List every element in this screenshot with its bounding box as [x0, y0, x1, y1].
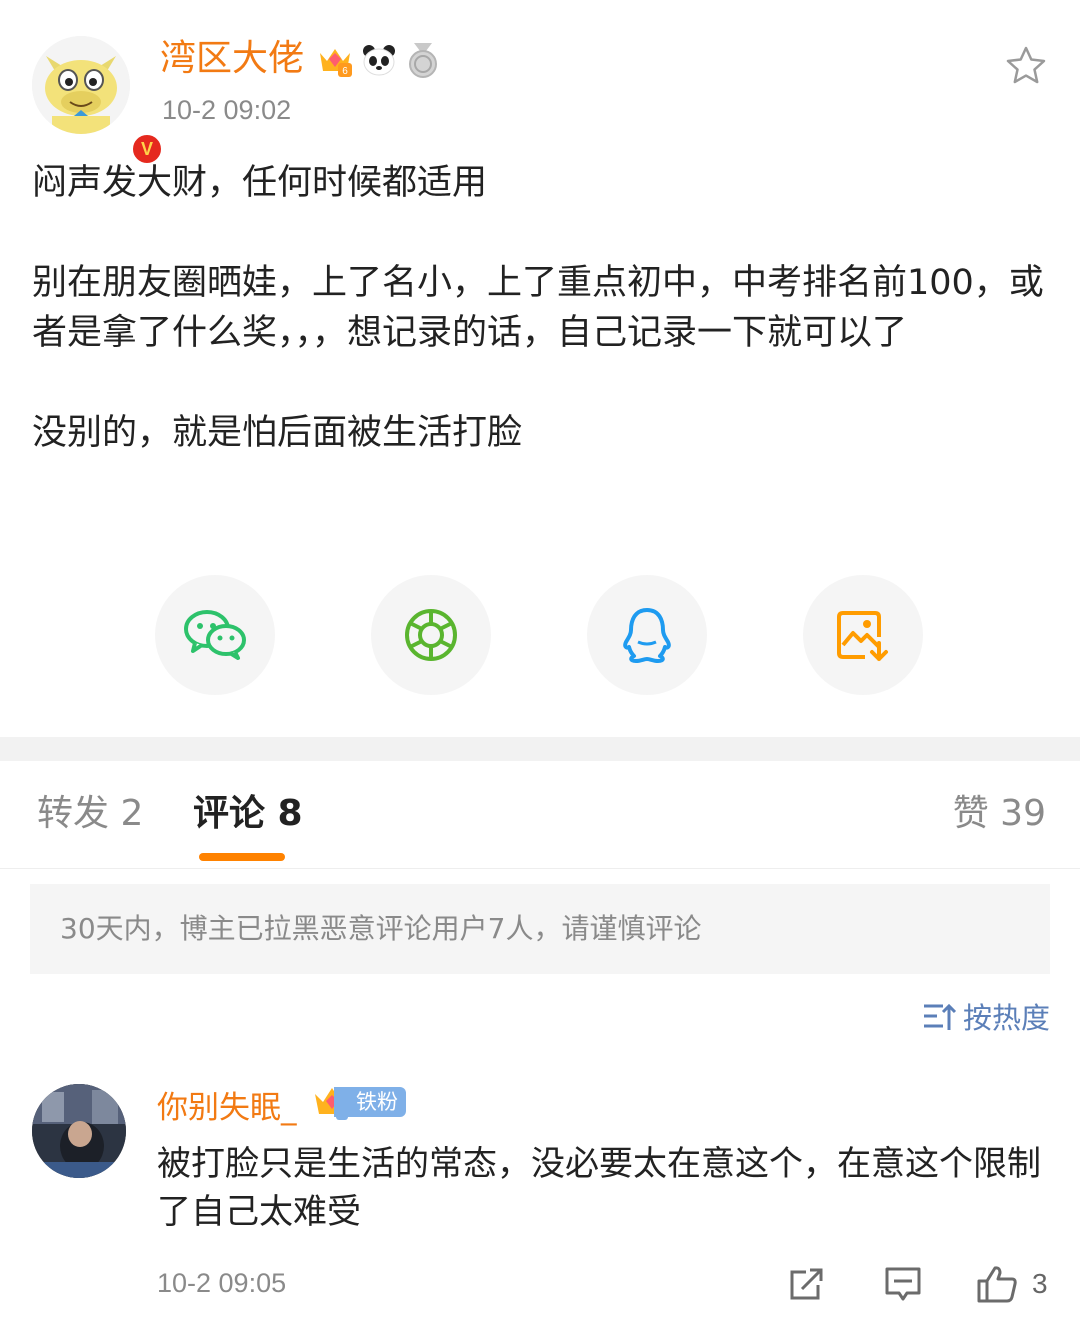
thumbs-up-icon [977, 1266, 1017, 1303]
medal-icon[interactable] [404, 41, 442, 79]
moments-icon [405, 609, 457, 661]
tab-repost[interactable]: 转发 2 [37, 789, 143, 839]
svg-text:6: 6 [342, 66, 348, 77]
post-paragraph: 没别的，就是怕后面被生活打脸 [32, 413, 523, 453]
active-tab-indicator [199, 853, 285, 861]
commenter-name[interactable]: 你别失眠_ [157, 1086, 297, 1130]
save-image-button[interactable] [803, 575, 923, 695]
favorite-star-icon[interactable] [1004, 44, 1048, 88]
share-wechat-button[interactable] [155, 575, 275, 695]
sort-label: 按热度 [962, 1001, 1050, 1035]
crown-level-icon[interactable]: 6 [316, 41, 354, 79]
qq-icon [623, 608, 671, 663]
post-content: 闷声发大财，任何时候都适用 别在朋友圈晒娃，上了名小，上了重点初中，中考排名前1… [32, 158, 1052, 458]
comment-reply-button[interactable] [883, 1262, 923, 1306]
comment-share-button[interactable] [788, 1262, 826, 1306]
author-name[interactable]: 湾区大佬 [160, 36, 304, 82]
tab-likes[interactable]: 赞 39 [953, 789, 1046, 839]
share-row [0, 575, 1080, 695]
fan-badge[interactable]: 4 铁粉 [312, 1082, 406, 1122]
author-avatar[interactable]: V [32, 36, 164, 166]
comment-like-button[interactable]: 3 [976, 1262, 1048, 1306]
post-header: V 湾区大佬 6 10-2 09:02 [0, 0, 1080, 166]
commenter-avatar[interactable] [32, 1084, 126, 1178]
sort-toggle[interactable]: 按热度 [921, 994, 1050, 1038]
like-count: 3 [1032, 1268, 1048, 1299]
tab-comments[interactable]: 评论 8 [193, 789, 303, 839]
share-moments-button[interactable] [371, 575, 491, 695]
post-paragraph: 别在朋友圈晒娃，上了名小，上了重点初中，中考排名前100，或者是拿了什么奖，，，… [32, 263, 1044, 353]
comment-notice: 30天内，博主已拉黑恶意评论用户7人，请谨慎评论 [30, 884, 1050, 974]
cow-mascot-avatar-icon [32, 36, 130, 134]
post-paragraph: 闷声发大财，任何时候都适用 [32, 163, 488, 203]
share-icon [790, 1268, 823, 1300]
sort-icon [923, 1003, 957, 1030]
reply-icon [885, 1267, 921, 1301]
panda-icon[interactable] [360, 41, 398, 79]
author-badges: 6 [316, 40, 442, 80]
section-divider [0, 737, 1080, 761]
share-qq-button[interactable] [587, 575, 707, 695]
post-time: 10-2 09:02 [162, 95, 292, 125]
interaction-tabs: 转发 2 评论 8 赞 39 [0, 761, 1080, 869]
comment-actions: 3 [0, 1262, 1080, 1306]
fan-badge-label: 铁粉 [334, 1087, 406, 1117]
comment-text: 被打脸只是生活的常态，没必要太在意这个，在意这个限制了自己太难受 [157, 1144, 1041, 1232]
wechat-icon [184, 610, 246, 660]
commenter-photo-icon [32, 1084, 126, 1178]
save-image-icon [837, 611, 888, 661]
